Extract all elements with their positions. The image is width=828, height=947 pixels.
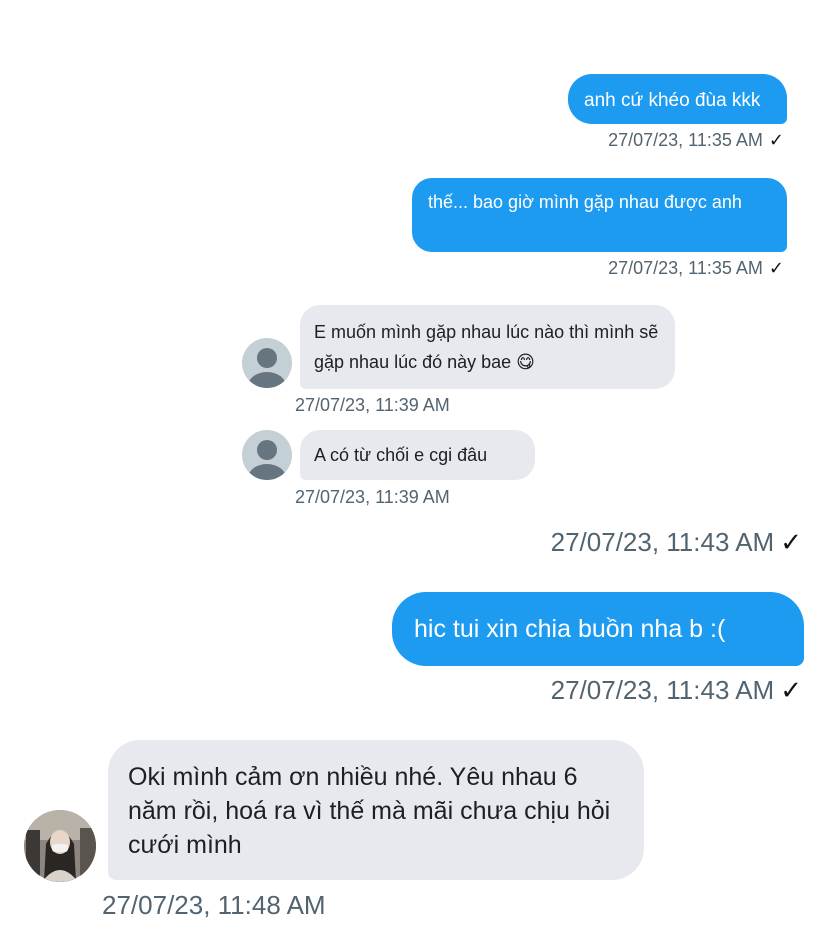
message-bubble-incoming[interactable]: E muốn mình gặp nhau lúc nào thì mình sẽ…	[300, 305, 675, 389]
message-timestamp: 27/07/23, 11:35 AM ✓	[608, 258, 784, 279]
message-bubble-outgoing[interactable]: anh cứ khéo đùa kkk	[568, 74, 787, 124]
timestamp-text: 27/07/23, 11:43 AM	[550, 527, 775, 557]
profile-photo[interactable]	[24, 810, 96, 882]
message-bubble-incoming[interactable]: Oki mình cảm ơn nhiều nhé. Yêu nhau 6 nă…	[108, 740, 644, 880]
message-timestamp: 27/07/23, 11:35 AM ✓	[608, 130, 784, 151]
message-bubble-outgoing[interactable]: thế... bao giờ mình gặp nhau được anh	[412, 178, 787, 252]
default-avatar-icon[interactable]	[242, 338, 292, 388]
message-bubble-incoming[interactable]: A có từ chối e cgi đâu	[300, 430, 535, 480]
message-timestamp: 27/07/23, 11:48 AM	[102, 890, 326, 920]
message-timestamp: 27/07/23, 11:43 AM ✓	[551, 527, 802, 558]
read-receipt-icon: ✓	[780, 675, 802, 705]
read-receipt-icon: ✓	[768, 258, 784, 278]
timestamp-text: 27/07/23, 11:35 AM	[608, 130, 763, 150]
chat-screen: anh cứ khéo đùa kkk 27/07/23, 11:35 AM ✓ …	[0, 0, 828, 947]
read-receipt-icon: ✓	[780, 527, 802, 557]
message-bubble-outgoing[interactable]: hic tui xin chia buồn nha b :(	[392, 592, 804, 666]
default-avatar-icon[interactable]	[242, 430, 292, 480]
timestamp-text: 27/07/23, 11:43 AM	[550, 675, 775, 705]
message-timestamp: 27/07/23, 11:43 AM ✓	[551, 675, 802, 706]
read-receipt-icon: ✓	[768, 130, 784, 150]
message-timestamp: 27/07/23, 11:39 AM	[295, 395, 450, 415]
message-timestamp: 27/07/23, 11:39 AM	[295, 487, 450, 507]
timestamp-text: 27/07/23, 11:35 AM	[608, 258, 763, 278]
